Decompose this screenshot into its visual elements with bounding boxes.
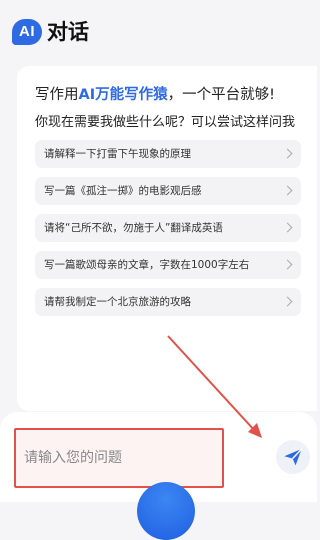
chevron-right-icon — [282, 185, 293, 196]
welcome-card: 写作用AI万能写作猿，一个平台就够! 你现在需要我做些什么呢？可以尝试这样问我 … — [17, 66, 317, 411]
welcome-headline: 写作用AI万能写作猿，一个平台就够! — [35, 85, 275, 105]
chevron-right-icon — [282, 296, 293, 307]
chevron-right-icon — [282, 148, 293, 159]
suggestion-item[interactable]: 写一篇《孤注一掷》的电影观后感 — [35, 177, 301, 205]
headline-suffix: ，一个平台就够! — [167, 87, 275, 103]
suggestion-item[interactable]: 请解释一下打雷下午现象的原理 — [35, 140, 301, 168]
suggestion-item[interactable]: 写一篇歌颂母亲的文章，字数在1000字左右 — [35, 251, 301, 279]
send-icon — [284, 448, 303, 466]
suggestion-text: 写一篇歌颂母亲的文章，字数在1000字左右 — [44, 259, 250, 271]
suggestion-text: 请将“己所不欲，勿施于人”翻译成英语 — [44, 222, 223, 234]
headline-brand: AI万能写作猿 — [78, 87, 168, 103]
question-input[interactable] — [22, 442, 216, 474]
send-button[interactable] — [276, 440, 310, 474]
page-title: 对话 — [47, 20, 89, 44]
suggestion-item[interactable]: 请将“己所不欲，勿施于人”翻译成英语 — [35, 214, 301, 242]
suggestion-text: 请解释一下打雷下午现象的原理 — [44, 148, 191, 160]
chevron-right-icon — [282, 259, 293, 270]
ai-logo-badge: AI — [12, 19, 42, 45]
welcome-subtitle: 你现在需要我做些什么呢？可以尝试这样问我 — [35, 115, 296, 130]
app-header: AI 对话 — [0, 0, 317, 60]
headline-prefix: 写作用 — [35, 87, 79, 103]
suggestion-item[interactable]: 请帮我制定一个北京旅游的攻略 — [35, 288, 301, 316]
suggestion-list: 请解释一下打雷下午现象的原理 写一篇《孤注一掷》的电影观后感 请将“己所不欲，勿… — [35, 140, 301, 325]
chevron-right-icon — [282, 222, 293, 233]
question-input-box[interactable] — [14, 428, 224, 488]
suggestion-text: 写一篇《孤注一掷》的电影观后感 — [44, 185, 202, 197]
voice-button[interactable] — [137, 482, 195, 540]
suggestion-text: 请帮我制定一个北京旅游的攻略 — [44, 296, 191, 308]
